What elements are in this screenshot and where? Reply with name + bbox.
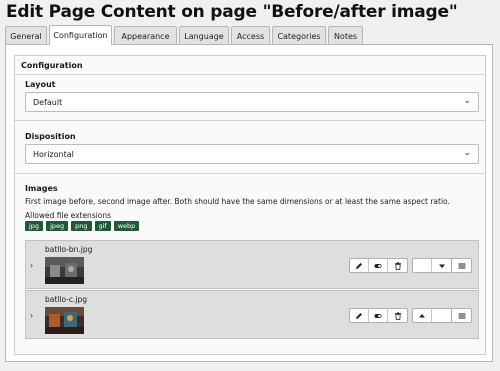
arrow-down-icon[interactable] [432, 259, 451, 272]
image-item: batllo-bn.jpg › [25, 240, 479, 289]
pencil-icon[interactable] [350, 259, 369, 272]
image-thumbnail [45, 307, 84, 334]
configuration-section: Configuration Layout Default ⌄ Dispositi… [14, 55, 486, 355]
toggle-icon[interactable] [369, 259, 388, 272]
image-filename: batllo-c.jpg [45, 295, 88, 304]
move-down-placeholder [432, 309, 451, 322]
tab-appearance[interactable]: Appearance [114, 26, 177, 45]
tab-language[interactable]: Language [179, 26, 229, 45]
drag-handle-icon[interactable] [452, 309, 471, 322]
item-order-actions [412, 308, 452, 323]
move-up-placeholder [413, 259, 432, 272]
tab-access[interactable]: Access [231, 26, 270, 45]
item-actions [349, 258, 408, 273]
extension-badge: webp [113, 221, 140, 231]
layout-label: Layout [25, 80, 56, 89]
extension-badge: jpg [25, 221, 44, 231]
extension-badge: gif [94, 221, 111, 231]
trash-icon[interactable] [388, 309, 407, 322]
item-order-actions [412, 258, 452, 273]
tab-general[interactable]: General [5, 26, 47, 45]
item-actions [349, 308, 408, 323]
arrow-up-icon[interactable] [413, 309, 432, 322]
tab-notes[interactable]: Notes [328, 26, 363, 45]
tab-bar: General Configuration Appearance Languag… [5, 25, 365, 45]
allowed-extensions-label: Allowed file extensions [25, 211, 112, 220]
tab-configuration[interactable]: Configuration [49, 25, 112, 45]
image-thumbnail [45, 257, 84, 284]
drag-handle-icon[interactable] [452, 259, 471, 272]
disposition-label: Disposition [25, 132, 76, 141]
chevron-down-icon: ⌄ [463, 96, 471, 106]
expand-icon[interactable]: › [30, 261, 33, 270]
image-filename: batllo-bn.jpg [45, 245, 93, 254]
pencil-icon[interactable] [350, 309, 369, 322]
tab-categories[interactable]: Categories [272, 26, 326, 45]
trash-icon[interactable] [388, 259, 407, 272]
layout-select[interactable]: Default ⌄ [25, 92, 479, 112]
drag-handle-group [451, 258, 472, 273]
section-title: Configuration [21, 61, 83, 70]
disposition-value: Horizontal [33, 149, 74, 159]
images-label: Images [25, 184, 58, 193]
disposition-select[interactable]: Horizontal ⌄ [25, 144, 479, 164]
images-description: First image before, second image after. … [25, 197, 450, 206]
divider [15, 173, 485, 174]
divider [15, 120, 485, 121]
extension-badges: jpg jpeg png gif webp [25, 221, 142, 231]
tab-panel: Configuration Layout Default ⌄ Dispositi… [5, 44, 493, 362]
expand-icon[interactable]: › [30, 311, 33, 320]
extension-badge: jpeg [46, 221, 69, 231]
extension-badge: png [71, 221, 92, 231]
image-item: batllo-c.jpg › [25, 290, 479, 339]
toggle-icon[interactable] [369, 309, 388, 322]
drag-handle-group [451, 308, 472, 323]
divider [15, 74, 485, 75]
chevron-down-icon: ⌄ [463, 148, 471, 158]
page-title: Edit Page Content on page "Before/after … [6, 2, 458, 22]
layout-value: Default [33, 97, 63, 107]
